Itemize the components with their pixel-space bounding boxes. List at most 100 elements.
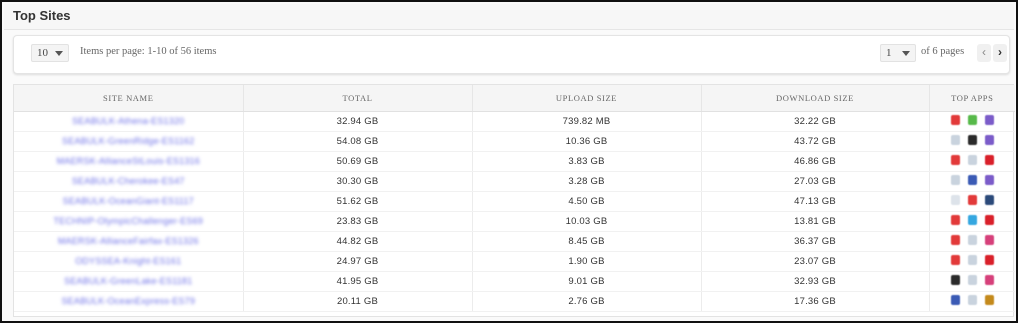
site-name-link-cell: SEABULK-GreenRidge-ES1162 [14, 131, 244, 152]
red-app-icon[interactable] [984, 254, 994, 265]
table-row[interactable]: SEABULK-OceanGiant-ES1117 51.62 GB 4.50 GB… [14, 191, 1015, 212]
purple-app-icon[interactable] [984, 114, 994, 125]
youtube-icon[interactable] [950, 154, 960, 165]
site-name-link-cell: SEABULK-OceanGiant-ES1117 [14, 191, 244, 212]
column-header-upload-size[interactable]: UPLOAD SIZE [472, 85, 702, 112]
upload-size-value-cell: 9.01 GB [472, 271, 702, 292]
total-value-cell: 23.83 GB [243, 211, 473, 232]
browser-icon[interactable] [967, 254, 977, 265]
download-size-value: 36.37 GB [794, 235, 836, 247]
table-row[interactable]: SEABULK-OceanExpress-ES79 20.11 GB 2.76 GB… [14, 291, 1015, 312]
browser-icon[interactable] [950, 174, 960, 185]
browser-icon[interactable] [967, 274, 977, 285]
browser-icon[interactable] [967, 154, 977, 165]
green-app-icon[interactable] [967, 114, 977, 125]
download-size-value-cell: 13.81 GB [701, 211, 930, 232]
top-apps-list [950, 194, 994, 205]
upload-size-value-cell: 1.90 GB [472, 251, 702, 272]
site-name-link-cell: SEABULK-Athena-ES1320 [14, 111, 244, 132]
light-app-icon[interactable] [950, 194, 960, 205]
pagination-bar: 10 Items per page: 1-10 of 56 items 1 of… [13, 35, 1010, 74]
table-header-row: SITE NAME TOTAL UPLOAD SIZE DOWNLOAD SIZ… [14, 85, 1015, 112]
upload-size-value: 739.82 MB [562, 115, 611, 127]
site-name-link[interactable]: SEABULK-OceanGiant-ES1117 [63, 196, 194, 206]
site-name-link[interactable]: MAERSK-AllianceFairfax-ES1326 [58, 236, 199, 246]
amber-app-icon[interactable] [984, 294, 994, 305]
site-name-link-cell: SEABULK-GreenLake-ES1181 [14, 271, 244, 292]
column-header-top-apps: TOP APPS [929, 85, 1015, 112]
download-size-value-cell: 36.37 GB [701, 231, 930, 252]
table-row[interactable]: MAERSK-AllianceStLouis-ES1316 50.69 GB 3.8… [14, 151, 1015, 172]
top-apps-list [950, 234, 994, 245]
navy-app-icon[interactable] [984, 194, 994, 205]
download-size-value-cell: 47.13 GB [701, 191, 930, 212]
total-value: 30.30 GB [336, 175, 379, 187]
next-page-button[interactable]: › [993, 44, 1007, 62]
purple-app-icon[interactable] [984, 174, 994, 185]
table-row[interactable]: MAERSK-AllianceFairfax-ES1326 44.82 GB 8.4… [14, 231, 1015, 252]
site-name-link[interactable]: SEABULK-Athena-ES1320 [72, 116, 184, 126]
total-value: 51.62 GB [336, 195, 379, 207]
site-name-link[interactable]: MAERSK-AllianceStLouis-ES1316 [57, 156, 200, 166]
youtube-icon[interactable] [950, 114, 960, 125]
site-name-link[interactable]: SEABULK-Cherokee-ES47 [72, 176, 185, 186]
top-apps-list [950, 214, 994, 225]
upload-size-value: 2.76 GB [568, 295, 605, 307]
items-per-page-select[interactable]: 10 [31, 44, 69, 62]
upload-size-value-cell: 10.03 GB [472, 211, 702, 232]
table-row[interactable]: SEABULK-GreenLake-ES1181 41.95 GB 9.01 GB 3… [14, 271, 1015, 292]
site-name-link[interactable]: SEABULK-GreenRidge-ES1162 [62, 136, 194, 146]
table-row[interactable]: SEABULK-Cherokee-ES47 30.30 GB 3.28 GB 27.0… [14, 171, 1015, 192]
youtube-icon[interactable] [950, 234, 960, 245]
top-apps-list [950, 294, 994, 305]
site-name-link[interactable]: SEABULK-OceanExpress-ES79 [61, 296, 195, 306]
download-size-value: 23.07 GB [794, 255, 836, 267]
download-size-value-cell: 46.86 GB [701, 151, 930, 172]
browser-icon[interactable] [950, 134, 960, 145]
download-size-value: 32.93 GB [794, 275, 836, 287]
site-name-link[interactable]: ODYSSEA-Knight-ES161 [75, 256, 181, 266]
site-name-link-cell: SEABULK-Cherokee-ES47 [14, 171, 244, 192]
top-apps-list [950, 114, 994, 125]
facebook-icon[interactable] [967, 174, 977, 185]
youtube-icon[interactable] [967, 194, 977, 205]
dark-app-icon[interactable] [967, 134, 977, 145]
red-app-icon[interactable] [984, 214, 994, 225]
top-apps-cell [929, 271, 1015, 292]
table-row[interactable]: ODYSSEA-Knight-ES161 24.97 GB 1.90 GB 23.07… [14, 251, 1015, 272]
table-row[interactable]: SEABULK-GreenRidge-ES1162 54.08 GB 10.36 G… [14, 131, 1015, 152]
facebook-icon[interactable] [950, 294, 960, 305]
upload-size-value-cell: 8.45 GB [472, 231, 702, 252]
purple-app-icon[interactable] [984, 134, 994, 145]
top-apps-cell [929, 151, 1015, 172]
total-value-cell: 30.30 GB [243, 171, 473, 192]
total-value-cell: 20.11 GB [243, 291, 473, 312]
instagram-icon[interactable] [984, 274, 994, 285]
youtube-icon[interactable] [950, 214, 960, 225]
chevron-down-icon [55, 51, 63, 56]
table-row[interactable]: SEABULK-Athena-ES1320 32.94 GB 739.82 MB 32… [14, 111, 1015, 132]
youtube-icon[interactable] [950, 254, 960, 265]
top-apps-cell [929, 131, 1015, 152]
dark-app-icon[interactable] [950, 274, 960, 285]
top-apps-cell [929, 211, 1015, 232]
prev-page-button[interactable]: ‹ [977, 44, 991, 62]
table-row[interactable]: TECHNIP-OlympicChallenger-ES69 23.83 GB 10… [14, 211, 1015, 232]
page-number-select[interactable]: 1 [880, 44, 916, 62]
total-value: 50.69 GB [336, 155, 379, 167]
site-name-link[interactable]: TECHNIP-OlympicChallenger-ES69 [53, 216, 203, 226]
upload-size-value: 8.45 GB [568, 235, 605, 247]
red-app-icon[interactable] [984, 154, 994, 165]
top-apps-list [950, 254, 994, 265]
instagram-icon[interactable] [984, 234, 994, 245]
browser-icon[interactable] [967, 294, 977, 305]
skype-icon[interactable] [967, 214, 977, 225]
column-header-download-size[interactable]: DOWNLOAD SIZE [701, 85, 930, 112]
items-per-page-value: 10 [37, 47, 48, 59]
total-value: 54.08 GB [336, 135, 379, 147]
total-value: 20.11 GB [336, 295, 379, 307]
browser-icon[interactable] [967, 234, 977, 245]
column-header-site-name[interactable]: SITE NAME [14, 85, 244, 112]
site-name-link[interactable]: SEABULK-GreenLake-ES1181 [64, 276, 192, 286]
column-header-total[interactable]: TOTAL [243, 85, 473, 112]
